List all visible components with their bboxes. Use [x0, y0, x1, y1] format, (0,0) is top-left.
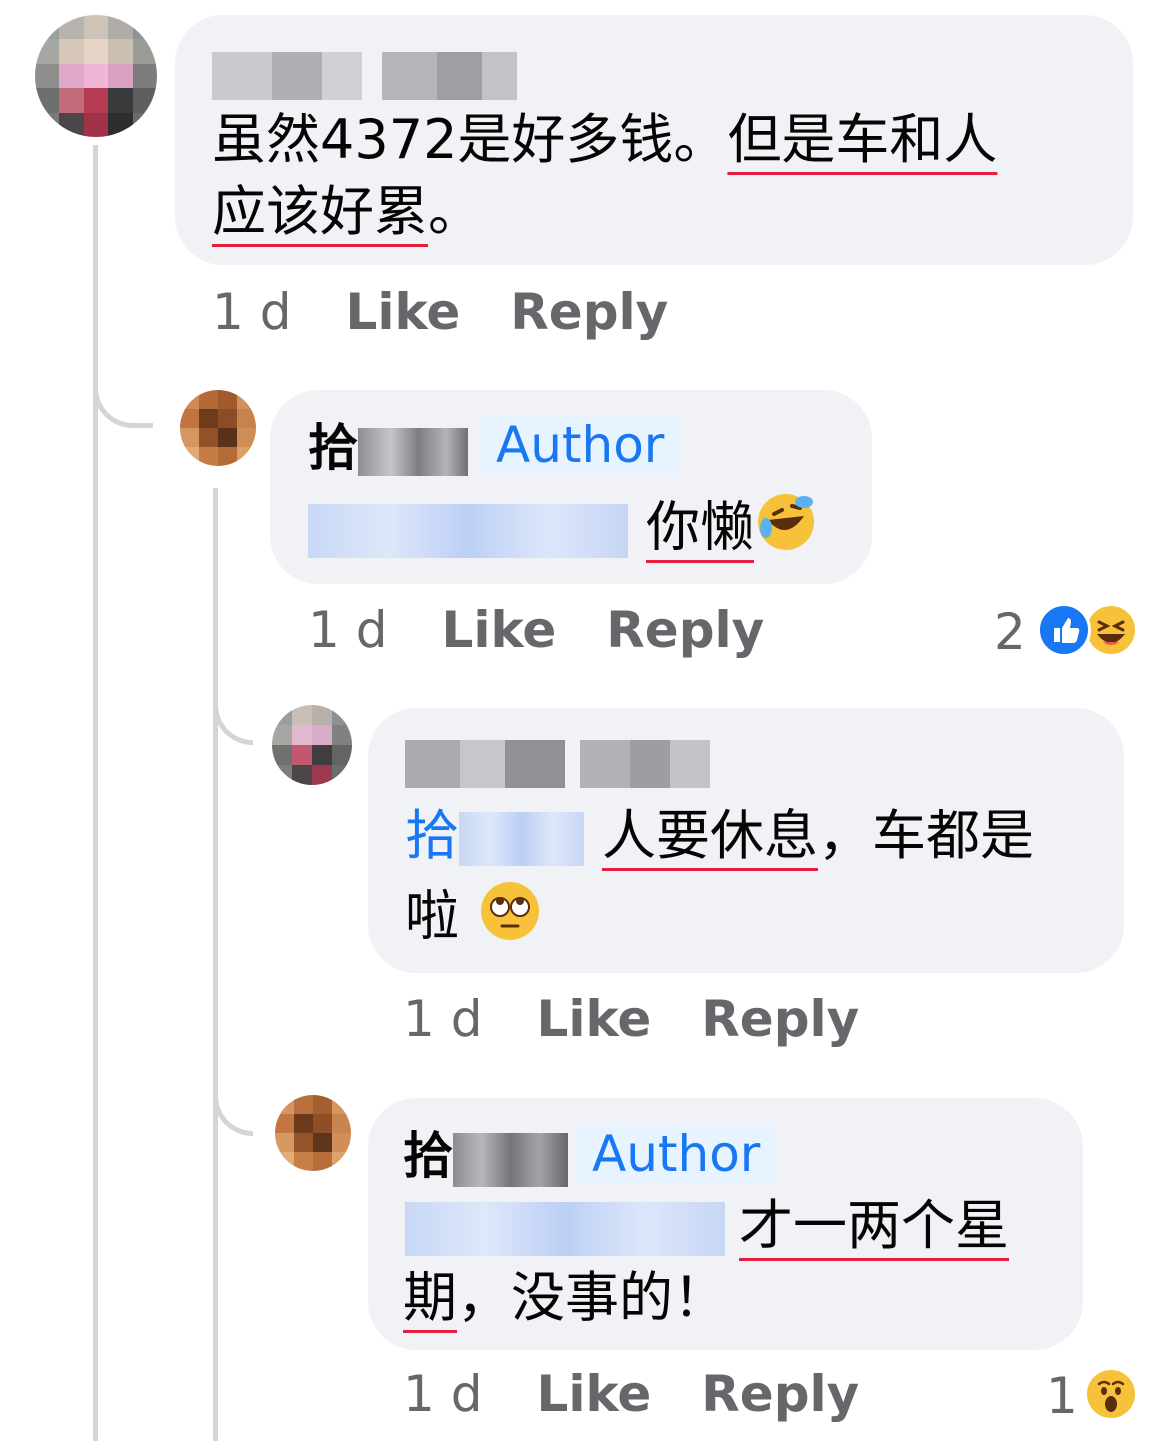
thread-connector: [213, 1050, 253, 1136]
rolling-eyes-emoji: [479, 880, 541, 960]
author-name[interactable]: 拾: [308, 412, 468, 484]
reaction-count[interactable]: 1: [1046, 1367, 1078, 1425]
mention-tag-redacted[interactable]: [405, 1202, 725, 1257]
reply-button[interactable]: Reply: [510, 283, 668, 341]
avatar[interactable]: [180, 390, 256, 466]
author-name-redacted[interactable]: [212, 52, 517, 100]
avatar[interactable]: [275, 1095, 351, 1171]
wow-icon: [1084, 1367, 1138, 1421]
like-button[interactable]: Like: [536, 990, 651, 1048]
reply-button[interactable]: Reply: [606, 601, 764, 659]
thread-connector: [93, 340, 153, 428]
comment-text: 应该好累。: [212, 180, 482, 243]
laughing-icon: [1084, 603, 1138, 657]
timestamp[interactable]: 1 d: [212, 283, 291, 341]
like-button[interactable]: Like: [441, 601, 556, 659]
comment-text: 拾人要休息，车都是: [405, 804, 1034, 867]
like-icon: [1037, 603, 1091, 657]
timestamp[interactable]: 1 d: [403, 1365, 482, 1423]
timestamp[interactable]: 1 d: [403, 990, 482, 1048]
reply-button[interactable]: Reply: [701, 990, 859, 1048]
avatar[interactable]: [35, 15, 157, 137]
mention-tag-redacted[interactable]: [308, 504, 628, 558]
timestamp[interactable]: 1 d: [308, 601, 387, 659]
comment-text: 啦: [405, 880, 541, 960]
comment-text: 才一两个星: [405, 1190, 1009, 1262]
like-button[interactable]: Like: [345, 283, 460, 341]
comment-actions: 1 d Like Reply: [308, 601, 764, 659]
comment-text: 期，没事的！: [403, 1266, 727, 1329]
mention-tag-redacted[interactable]: [459, 812, 584, 867]
comment-actions: 1 d Like Reply: [403, 1365, 859, 1423]
rolling-laughing-emoji: [754, 490, 818, 572]
comment-text: 你懒: [308, 490, 818, 572]
comment-text: 虽然4372是好多钱。但是车和人: [212, 108, 998, 171]
like-button[interactable]: Like: [536, 1365, 651, 1423]
reaction-count[interactable]: 2: [994, 603, 1026, 661]
thread-line-nested: [213, 488, 218, 1441]
comment-actions: 1 d Like Reply: [212, 283, 668, 341]
reply-button[interactable]: Reply: [701, 1365, 859, 1423]
avatar[interactable]: [272, 705, 352, 785]
thread-connector: [213, 660, 253, 745]
author-name-redacted[interactable]: [405, 740, 710, 788]
comment-actions: 1 d Like Reply: [403, 990, 859, 1048]
author-badge: Author: [480, 415, 681, 475]
author-name[interactable]: 拾: [403, 1120, 568, 1192]
author-badge: Author: [576, 1124, 777, 1184]
mention-tag[interactable]: 拾: [405, 804, 459, 867]
